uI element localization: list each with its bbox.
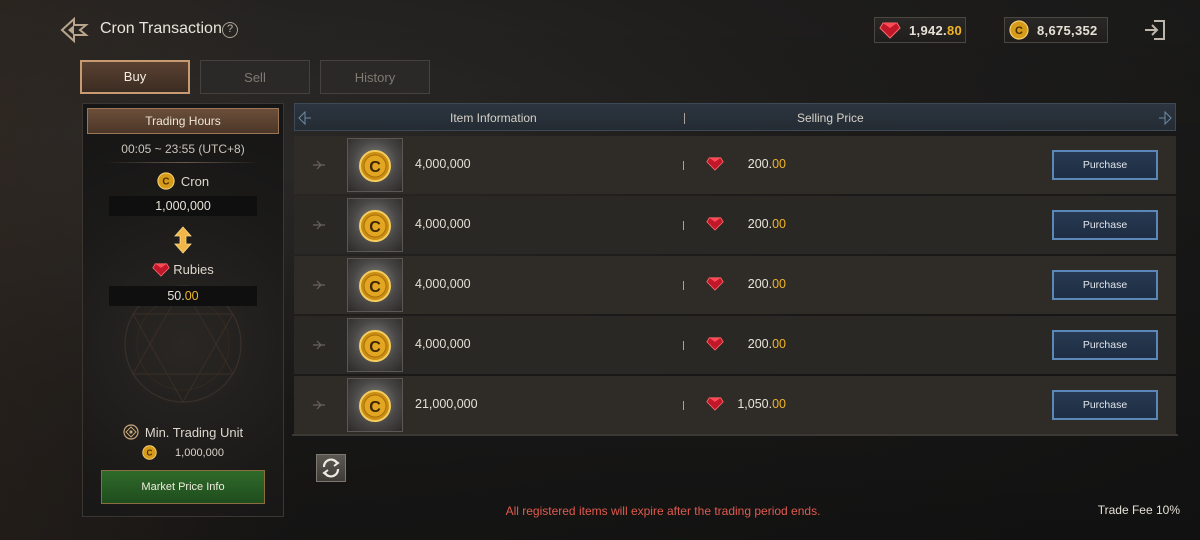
ruby-icon	[706, 397, 724, 411]
cron-coin-icon: C	[359, 390, 391, 422]
cron-coin-icon: C	[359, 270, 391, 302]
table-row: C 4,000,000 200.00 Purchase	[294, 256, 1176, 314]
ruby-icon	[152, 263, 170, 277]
back-button[interactable]	[58, 16, 90, 44]
purchase-button[interactable]: Purchase	[1052, 210, 1158, 240]
help-icon[interactable]: ?	[222, 22, 238, 38]
row-ornament-icon	[313, 280, 325, 290]
svg-text:C: C	[162, 177, 169, 188]
rubies-label: Rubies	[173, 262, 214, 277]
trade-fee: Trade Fee 10%	[1097, 503, 1180, 517]
ornament-icon	[1159, 110, 1172, 126]
rubies-label-row: Rubies	[83, 262, 283, 277]
table-row: C 4,000,000 200.00 Purchase	[294, 136, 1176, 194]
item-quantity: 21,000,000	[415, 397, 478, 411]
cron-item-icon: C	[347, 378, 403, 432]
selling-price: 200.00	[747, 277, 786, 291]
column-divider	[683, 401, 684, 410]
min-trading-unit-value-row: C 1,000,000	[83, 445, 283, 460]
ruby-balance: 1,942.80	[874, 17, 966, 43]
min-trading-unit-row: Min. Trading Unit	[83, 424, 283, 440]
cron-label-row: C Cron	[83, 172, 283, 190]
market-price-info-button[interactable]: Market Price Info	[101, 470, 265, 504]
table-row: C 4,000,000 200.00 Purchase	[294, 196, 1176, 254]
column-header-selling-price: Selling Price	[797, 111, 864, 125]
selling-price: 1,050.00	[737, 397, 786, 411]
cron-balance-value: 8,675,352	[1037, 22, 1098, 38]
svg-text:C: C	[369, 159, 381, 176]
ornament-icon	[298, 110, 311, 126]
ruby-icon	[706, 277, 724, 291]
table-header: Item Information Selling Price	[294, 103, 1176, 131]
page-title: Cron Transaction	[100, 20, 222, 37]
cron-item-icon: C	[347, 318, 403, 372]
ruby-icon	[706, 157, 724, 171]
rubies-amount: 50.00	[109, 286, 257, 306]
svg-text:C: C	[369, 279, 381, 296]
table-row: C 21,000,000 1,050.00 Purchase	[294, 376, 1176, 434]
ruby-balance-value: 1,942.80	[909, 22, 963, 38]
cron-label: Cron	[180, 173, 210, 189]
trading-hours-value: 00:05 ~ 23:55 (UTC+8)	[121, 142, 245, 156]
cron-item-icon: C	[347, 138, 403, 192]
purchase-button[interactable]: Purchase	[1052, 150, 1158, 180]
row-ornament-icon	[313, 160, 325, 170]
svg-text:C: C	[369, 399, 381, 416]
row-ornament-icon	[313, 400, 325, 410]
ruby-icon	[706, 337, 724, 351]
refresh-icon	[322, 458, 340, 478]
ruby-icon	[706, 217, 724, 231]
trade-unit-icon	[123, 424, 139, 440]
selling-price: 200.00	[747, 337, 786, 351]
cron-amount: 1,000,000	[109, 196, 257, 216]
selling-price: 200.00	[747, 157, 786, 171]
cron-item-icon: C	[347, 198, 403, 252]
column-divider	[683, 221, 684, 230]
svg-text:C: C	[369, 339, 381, 356]
cron-coin-icon: C	[359, 150, 391, 182]
trading-hours-header: Trading Hours	[87, 108, 279, 134]
purchase-button[interactable]: Purchase	[1052, 390, 1158, 420]
cron-coin-icon: C	[359, 330, 391, 362]
column-divider	[684, 113, 685, 124]
purchase-button[interactable]: Purchase	[1052, 330, 1158, 360]
column-divider	[683, 281, 684, 290]
cron-balance: C 8,675,352	[1004, 17, 1108, 43]
tab-sell[interactable]: Sell	[200, 60, 310, 94]
row-ornament-icon	[313, 220, 325, 230]
refresh-button[interactable]	[316, 454, 346, 482]
item-quantity: 4,000,000	[415, 217, 471, 231]
cron-coin-icon: C	[1009, 20, 1029, 40]
cron-coin-icon: C	[142, 445, 157, 460]
expiry-notice: All registered items will expire after t…	[505, 504, 821, 518]
exit-button[interactable]	[1142, 18, 1168, 42]
min-trading-unit-label: Min. Trading Unit	[144, 424, 244, 440]
column-divider	[683, 341, 684, 350]
tab-buy[interactable]: Buy	[80, 60, 190, 94]
table-bottom-border	[292, 434, 1178, 436]
svg-text:C: C	[147, 449, 153, 458]
column-header-item-information: Item Information	[450, 111, 537, 125]
exit-icon	[1145, 20, 1165, 40]
table-row: C 4,000,000 200.00 Purchase	[294, 316, 1176, 374]
trading-info-panel: Trading Hours 00:05 ~ 23:55 (UTC+8) C Cr…	[82, 103, 284, 517]
cron-coin-icon: C	[359, 210, 391, 242]
row-ornament-icon	[313, 340, 325, 350]
tab-history[interactable]: History	[320, 60, 430, 94]
divider	[105, 162, 261, 163]
svg-text:C: C	[1015, 25, 1023, 37]
ruby-icon	[879, 22, 901, 39]
column-divider	[683, 161, 684, 170]
back-arrow-icon	[60, 16, 89, 44]
svg-text:C: C	[369, 219, 381, 236]
min-trading-unit-value: 1,000,000	[175, 446, 224, 459]
item-quantity: 4,000,000	[415, 157, 471, 171]
selling-price: 200.00	[747, 217, 786, 231]
swap-arrows-icon	[174, 226, 192, 254]
purchase-button[interactable]: Purchase	[1052, 270, 1158, 300]
item-quantity: 4,000,000	[415, 277, 471, 291]
item-quantity: 4,000,000	[415, 337, 471, 351]
cron-coin-icon: C	[157, 172, 175, 190]
cron-item-icon: C	[347, 258, 403, 312]
